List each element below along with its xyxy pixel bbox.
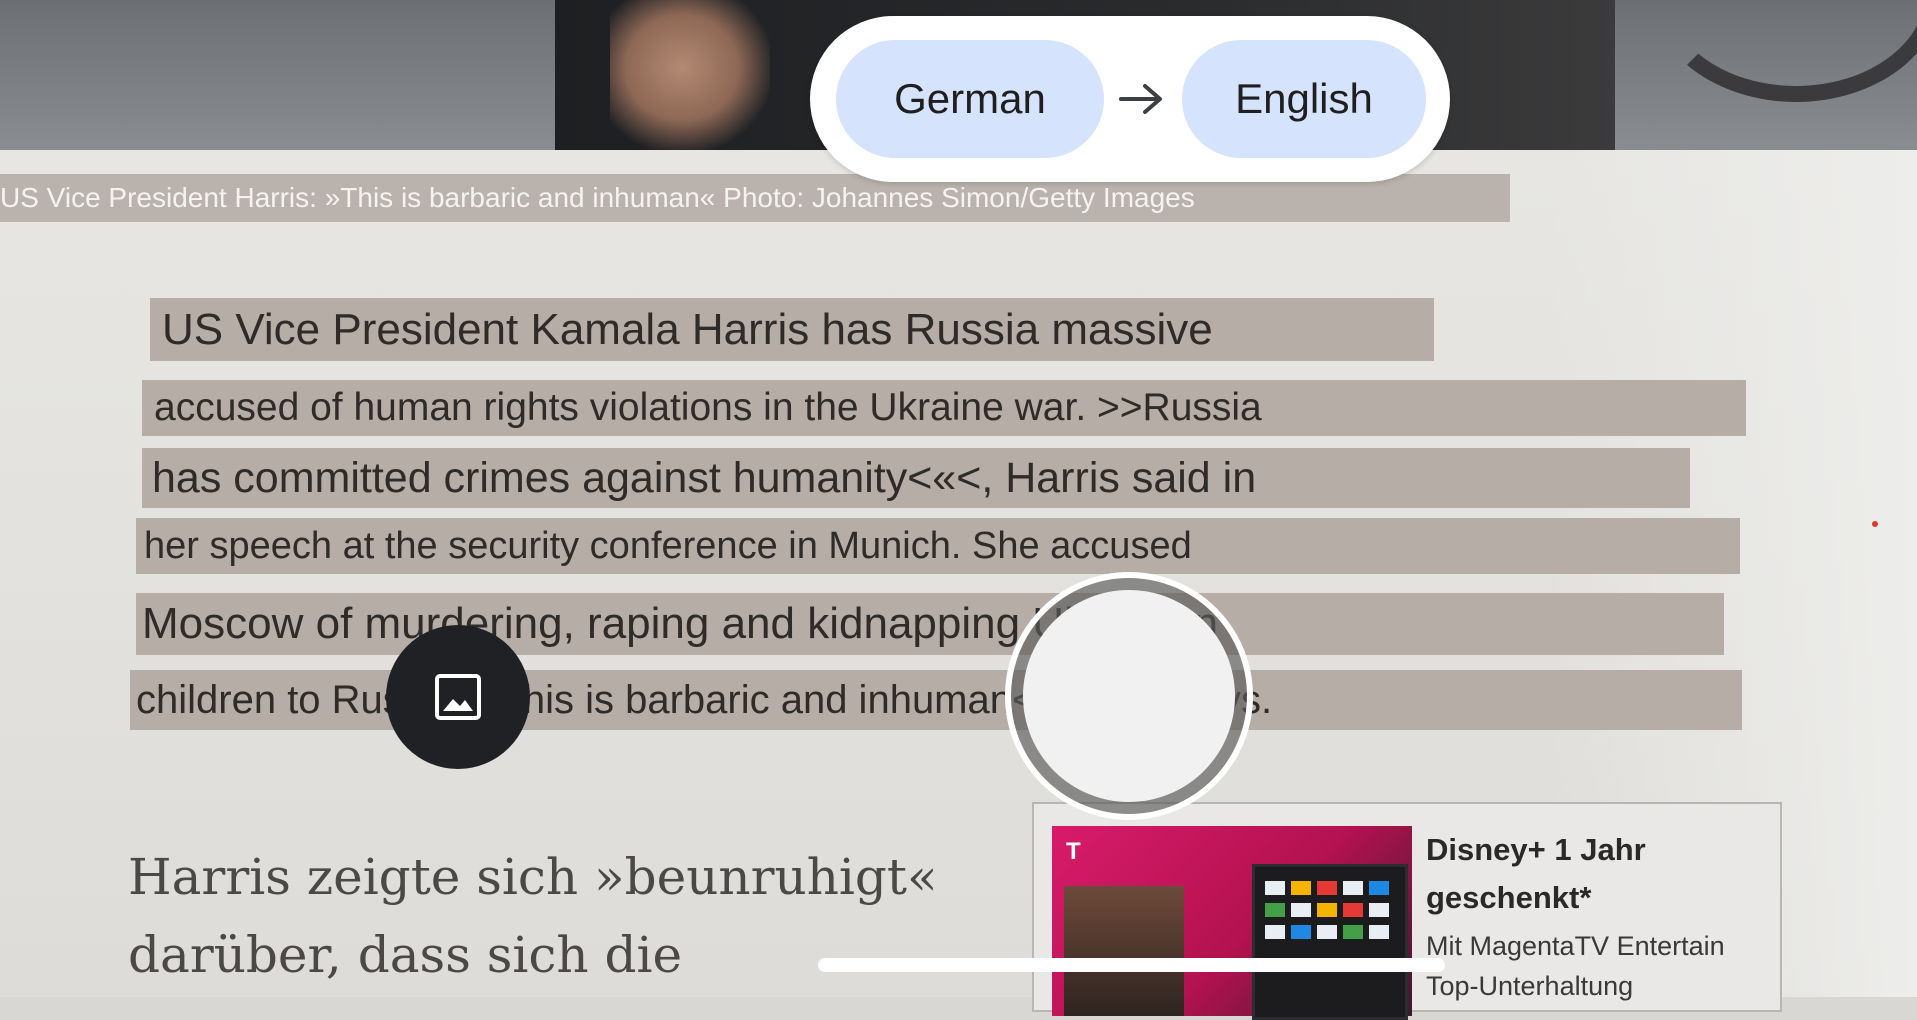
advertisement-image: T (1052, 826, 1412, 1020)
background-german-text: Harris zeigte sich »beunruhigt« (128, 848, 938, 906)
translated-line: has committed crimes against humanity<«<… (142, 448, 1690, 508)
camera-background-hand (610, 0, 770, 150)
source-language-button[interactable]: German (836, 40, 1104, 158)
translated-line: children to Russia. »This is barbaric an… (130, 670, 1742, 730)
shutter-button[interactable] (1005, 572, 1253, 820)
language-selector: German English (810, 16, 1450, 182)
translated-line: Moscow of murdering, raping and kidnappi… (136, 593, 1724, 655)
translated-line: accused of human rights violations in th… (142, 380, 1746, 436)
home-indicator[interactable] (818, 958, 1445, 972)
shutter-button-core (1023, 590, 1235, 802)
gallery-button[interactable] (386, 625, 530, 769)
image-gallery-icon (435, 674, 481, 720)
background-german-text: darüber, dass sich die (128, 926, 683, 984)
arrow-right-icon (1119, 84, 1162, 114)
advertisement-box: T Disney+ 1 Jahr geschenkt* Mit MagentaT… (1032, 802, 1782, 1020)
advertisement-subtitle: Mit MagentaTV Entertain Top-Unterhaltung (1426, 926, 1776, 1006)
telekom-logo: T (1066, 838, 1081, 865)
recording-indicator-dot (1872, 521, 1878, 527)
advertisement-subtitle-line: Top-Unterhaltung (1426, 971, 1634, 1001)
translated-line: US Vice President Kamala Harris has Russ… (150, 298, 1434, 361)
advertisement-title: Disney+ 1 Jahr geschenkt* (1426, 832, 1646, 915)
translated-line: her speech at the security conference in… (136, 518, 1740, 574)
advertisement-subtitle-line: Mit MagentaTV Entertain (1426, 931, 1725, 961)
target-language-button[interactable]: English (1182, 40, 1426, 158)
